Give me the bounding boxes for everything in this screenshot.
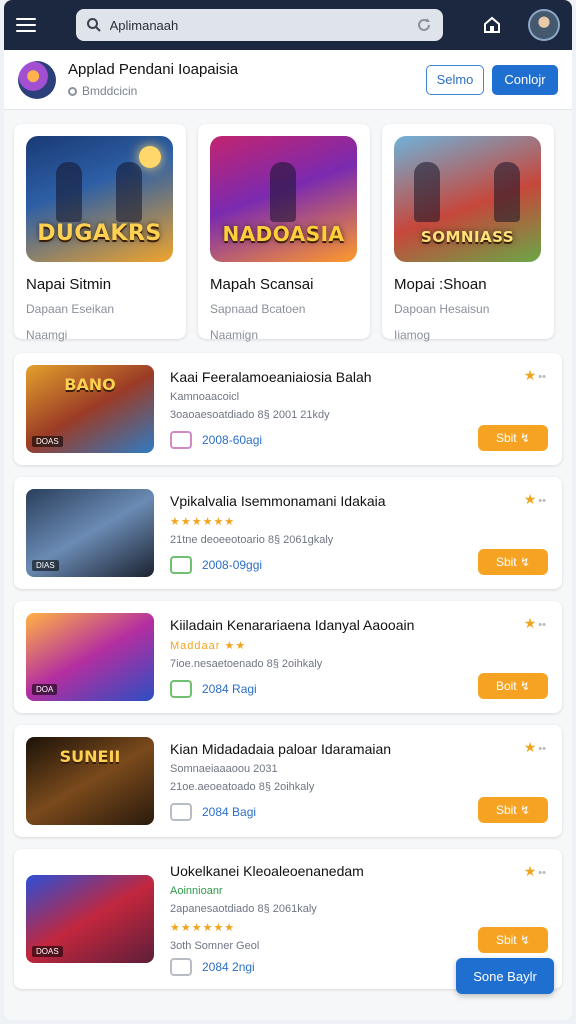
search-icon	[86, 18, 101, 32]
game-logo: DUGAKRS	[37, 221, 162, 246]
thumbnail-label: DOAS	[32, 946, 63, 957]
game-thumbnail: SOMNIASS	[394, 136, 541, 262]
favorite-star-icon[interactable]: ★ ••	[524, 863, 546, 880]
game-list: BANO DOAS Kaai Feeralamoeaniaiosia Balah…	[4, 339, 572, 989]
download-size-icon	[170, 679, 192, 698]
item-title: Uokelkanei Kleoaleoenanedam	[170, 862, 364, 879]
item-meta: Somnaeiaaaoou 2031	[170, 763, 278, 775]
list-item[interactable]: SUNEII Kian Midadadaia paloar Idaramaian…	[14, 725, 562, 837]
glow-icon	[139, 146, 161, 168]
search-bar[interactable]	[75, 9, 443, 41]
primary-button[interactable]: Conlojr	[492, 64, 558, 95]
get-button-label: Sbit	[495, 803, 517, 817]
item-size: 2084 2ngi	[202, 959, 255, 974]
download-size-icon	[170, 957, 192, 976]
character-figure	[270, 162, 296, 222]
featured-card[interactable]: SOMNIASS Mopai :Shoan Dapoan Hesaisun Ii…	[382, 124, 554, 342]
get-button[interactable]: Sbit ↯	[478, 425, 548, 451]
favorite-star-icon[interactable]: ★ ••	[524, 615, 546, 632]
app-frame: Applad Pendani Ioapaisia Bmddcicin Selmo…	[4, 0, 572, 1020]
get-button[interactable]: Sbit ↯	[478, 549, 548, 575]
item-details: 21oe.aeoeatoado 8§ 2oihkaly	[170, 781, 315, 793]
favorite-star-icon[interactable]: ★ ••	[524, 367, 546, 384]
get-button-label: Sbit	[495, 555, 517, 569]
featured-row: DUGAKRS Napai Sitmin Dapaan Eseikan Naam…	[4, 110, 572, 342]
profile-title: Applad Pendani Ioapaisia	[68, 61, 239, 78]
game-thumbnail: DUGAKRS	[26, 136, 173, 262]
game-logo: NADOASIA	[222, 222, 345, 246]
featured-meta: Iiamog	[394, 328, 431, 342]
item-details: 2apanesaotdiado 8§ 2061kaly	[170, 902, 317, 915]
get-button[interactable]: Sbit ↯	[478, 797, 548, 823]
item-details: 21tne deoeeotoario 8§ 2061gkaly	[170, 533, 334, 546]
character-figure	[414, 162, 440, 222]
thumbnail-label: DOAS	[32, 436, 63, 447]
game-logo: SUNEII	[59, 747, 121, 766]
item-size: 2084 Ragi	[202, 681, 257, 696]
game-thumbnail: NADOASIA	[210, 136, 357, 262]
item-size: 2084 Bagi	[202, 805, 257, 819]
profile-subtitle-text: Bmddcicin	[82, 84, 138, 98]
item-details: 3oaoaesoatdiado 8§ 2001 21kdy	[170, 409, 330, 421]
featured-subtitle: Sapnaad Bcatoen	[210, 302, 306, 316]
item-details: 7ioe.nesaetoenado 8§ 2oihkaly	[170, 657, 323, 670]
get-button-label: Sbit	[495, 431, 517, 445]
item-title: Kaai Feeralamoeaniaiosia Balah	[170, 369, 372, 385]
item-size: 2008-09ggi	[202, 557, 263, 572]
item-size: 2008-60agi	[202, 433, 263, 447]
get-button-label: Sbit	[495, 933, 517, 947]
list-item[interactable]: DOA Kiiladain Kenarariaena Idanyal Aaooa…	[14, 601, 562, 713]
get-button[interactable]: Sbit ↯	[478, 927, 548, 953]
item-rating: Maddaar ★★	[170, 639, 247, 652]
featured-subtitle: Dapaan Eseikan	[26, 302, 115, 316]
get-button[interactable]: Boit ↯	[478, 673, 548, 699]
download-size-icon	[170, 555, 192, 574]
featured-title: Mopai :Shoan	[394, 276, 487, 293]
item-title: Kiiladain Kenarariaena Idanyal Aaooain	[170, 616, 415, 633]
list-item[interactable]: DIAS Vpikalvalia Isemmonamani Idakaia ★★…	[14, 477, 562, 589]
featured-title: Mapah Scansai	[210, 276, 314, 293]
hamburger-menu-icon[interactable]	[16, 10, 46, 40]
secondary-button[interactable]: Selmo	[426, 64, 484, 95]
item-title: Kian Midadadaia paloar Idaramaian	[170, 741, 392, 757]
refresh-icon[interactable]	[415, 16, 433, 34]
featured-card[interactable]: NADOASIA Mapah Scansai Sapnaad Bcatoen N…	[198, 124, 370, 342]
download-size-icon	[170, 431, 192, 449]
game-thumbnail: DIAS	[26, 489, 154, 577]
profile-subtitle: Bmddcicin	[68, 84, 426, 98]
favorite-star-icon[interactable]: ★ ••	[524, 491, 546, 508]
user-avatar[interactable]	[528, 9, 560, 41]
character-figure	[56, 162, 82, 222]
featured-title: Napai Sitmin	[26, 276, 112, 293]
character-figure	[494, 162, 520, 222]
game-logo: BANO	[64, 375, 116, 394]
game-logo: SOMNIASS	[420, 228, 515, 246]
item-meta: Aoinnioanr	[170, 884, 223, 897]
profile-header: Applad Pendani Ioapaisia Bmddcicin Selmo…	[4, 50, 572, 110]
featured-card[interactable]: DUGAKRS Napai Sitmin Dapaan Eseikan Naam…	[14, 124, 186, 342]
featured-meta: Naamign	[210, 328, 259, 342]
floating-action-button[interactable]: Sone Baylr	[456, 958, 554, 994]
thumbnail-label: DIAS	[32, 560, 59, 571]
game-thumbnail: DOA	[26, 613, 154, 701]
game-thumbnail: SUNEII	[26, 737, 154, 825]
download-size-icon	[170, 803, 192, 821]
thumbnail-label: DOA	[32, 684, 58, 695]
search-input[interactable]	[109, 17, 415, 33]
top-bar	[4, 0, 572, 50]
list-item[interactable]: BANO DOAS Kaai Feeralamoeaniaiosia Balah…	[14, 353, 562, 465]
character-figure	[116, 162, 142, 222]
item-title: Vpikalvalia Isemmonamani Idakaia	[170, 492, 386, 509]
game-thumbnail: BANO DOAS	[26, 365, 154, 453]
favorite-star-icon[interactable]: ★ ••	[524, 739, 546, 756]
item-meta: Kamnoaacoicl	[170, 391, 240, 403]
game-thumbnail: DOAS	[26, 875, 154, 963]
app-avatar	[18, 60, 56, 99]
featured-meta: Naamgi	[26, 328, 68, 342]
location-pin-icon	[68, 86, 77, 96]
featured-subtitle: Dapoan Hesaisun	[394, 302, 490, 316]
home-icon[interactable]	[479, 12, 505, 38]
get-button-label: Boit	[495, 679, 517, 693]
item-rating: ★★★★★★	[170, 515, 236, 528]
